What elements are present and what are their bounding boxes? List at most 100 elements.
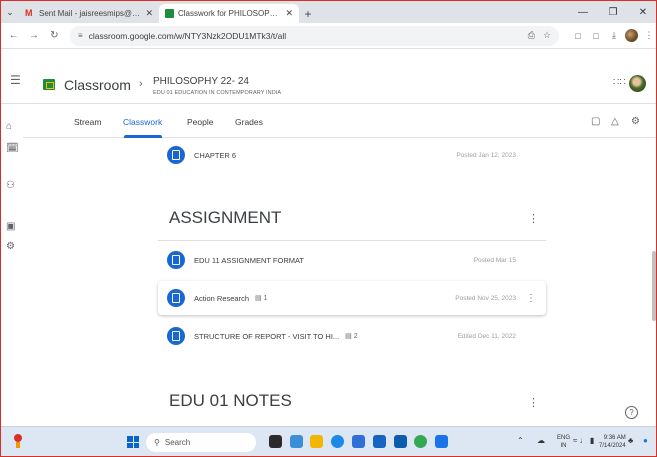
tab-search-icon[interactable]: ⌄ — [1, 1, 19, 23]
widgets-icon[interactable] — [290, 435, 303, 448]
google-apps-icon[interactable]: ∷∷ — [613, 77, 626, 88]
classroom-header: ☰ Classroom › PHILOSOPHY 22- 24 EDU 01 E… — [1, 50, 656, 104]
app-icon[interactable] — [435, 435, 448, 448]
item-date: Posted Nov 25, 2023 — [455, 294, 516, 302]
tab-title: Sent Mail - jaisreesmips@gmail — [39, 9, 142, 18]
dropbox-icon[interactable] — [394, 435, 407, 448]
main-menu-icon[interactable]: ☰ — [10, 73, 21, 87]
chevron-right-icon: › — [139, 78, 143, 90]
item-more-icon[interactable]: ⋮ — [526, 293, 536, 304]
assignment-icon — [167, 327, 185, 345]
time: 9:36 AM — [603, 435, 626, 441]
tab-classwork[interactable]: Classwork for PHILOSOPHY 22- ✕ — [159, 4, 299, 23]
site-info-icon[interactable]: ≡ — [78, 31, 83, 40]
topic-more-icon[interactable]: ⋮ — [528, 396, 539, 409]
list-item[interactable]: EDU 11 ASSIGNMENT FORMAT Posted Mar 15 — [158, 243, 546, 277]
tab-stream[interactable]: Stream — [74, 117, 101, 127]
tab-people[interactable]: People — [187, 117, 213, 127]
avatar[interactable] — [629, 75, 646, 92]
tab-gmail[interactable]: M Sent Mail - jaisreesmips@gmail ✕ — [19, 4, 159, 23]
settings-icon[interactable]: ⚙ — [6, 241, 15, 252]
chrome-icon[interactable] — [414, 435, 427, 448]
profile-avatar[interactable] — [625, 29, 639, 42]
copilot-icon[interactable]: ● — [643, 436, 648, 445]
new-tab-button[interactable]: + — [299, 4, 317, 23]
archive-icon[interactable]: ▣ — [6, 221, 15, 232]
toolbar-icons: □ □ ⤓ ⋮ — [569, 29, 656, 42]
back-icon[interactable]: ← — [6, 30, 21, 41]
calendar-icon[interactable]: ▢ — [591, 116, 600, 127]
classroom-logo-icon[interactable] — [43, 79, 55, 90]
tab-classwork[interactable]: Classwork — [123, 117, 162, 127]
classroom-icon — [165, 9, 174, 18]
notification-bell-icon[interactable]: ♣ — [628, 436, 633, 445]
item-date: Posted Mar 15 — [473, 256, 516, 264]
help-icon[interactable]: ? — [625, 406, 638, 419]
language-indicator[interactable]: ENG IN — [557, 434, 570, 450]
topic-title[interactable]: ASSIGNMENT — [169, 208, 281, 228]
file-explorer-icon[interactable] — [310, 435, 323, 448]
people-icon[interactable]: ⚇ — [6, 180, 15, 191]
forward-icon[interactable]: → — [26, 30, 41, 41]
list-item[interactable]: CHAPTER 6 Posted Jan 12, 2023 — [158, 138, 546, 172]
calendar-icon[interactable]: 🗓 — [6, 143, 19, 154]
item-title: EDU 11 ASSIGNMENT FORMAT — [194, 255, 305, 265]
search-placeholder: Search — [164, 438, 191, 447]
item-title: Action Research — [194, 293, 250, 303]
home-icon[interactable]: ⌂ — [6, 121, 12, 132]
course-title[interactable]: PHILOSOPHY 22- 24 — [153, 76, 249, 87]
list-item[interactable]: Action Research ▤ 1 Posted Nov 25, 2023 … — [158, 281, 546, 315]
comment-count-value: 1 — [263, 295, 268, 302]
taskbar-search-input[interactable]: ⚲ Search — [146, 433, 256, 452]
clock[interactable]: 9:36 AM 7/14/2024 — [599, 434, 626, 450]
list-item[interactable]: STRUCTURE OF REPORT - VISIT TO HI... ▤ 2… — [158, 319, 546, 353]
weather-icon[interactable] — [13, 434, 23, 448]
tab-strip: ⌄ M Sent Mail - jaisreesmips@gmail ✕ Cla… — [1, 1, 656, 23]
download-icon[interactable]: ⤓ — [605, 30, 623, 41]
topic-title[interactable]: EDU 01 NOTES — [169, 391, 292, 411]
task-view-icon[interactable] — [269, 435, 282, 448]
chevron-up-icon[interactable]: ⌃ — [517, 436, 524, 445]
edge-icon[interactable] — [331, 435, 344, 448]
item-title: CHAPTER 6 — [194, 150, 237, 160]
tab-title: Classwork for PHILOSOPHY 22- — [178, 9, 281, 18]
topic-divider — [158, 240, 546, 241]
store-icon[interactable] — [352, 435, 365, 448]
close-tab-icon[interactable]: ✕ — [285, 8, 293, 19]
app-name[interactable]: Classroom — [64, 77, 131, 93]
browser-window: ⌄ M Sent Mail - jaisreesmips@gmail ✕ Cla… — [0, 0, 657, 457]
comment-count: ▤ 1 — [255, 295, 268, 302]
network-volume-battery-icon[interactable]: ≈ ♩ ▮ — [573, 436, 594, 445]
close-tab-icon[interactable]: ✕ — [145, 8, 153, 19]
reload-icon[interactable]: ↻ — [47, 30, 62, 41]
close-window-icon[interactable]: ✕ — [628, 1, 656, 23]
class-settings-icon[interactable]: ⚙ — [631, 116, 640, 127]
restore-icon[interactable]: ❐ — [598, 1, 628, 23]
left-rail: ⌂ 🗓 ⚇ ▣ ⚙ — [1, 105, 23, 426]
url-text: classroom.google.com/w/NTY3Nzk2ODU1MTk3/… — [88, 30, 287, 41]
browser-menu-icon[interactable]: ⋮ — [640, 30, 656, 41]
classwork-list: CHAPTER 6 Posted Jan 12, 2023 ASSIGNMENT… — [23, 138, 656, 426]
item-title: STRUCTURE OF REPORT - VISIT TO HI... — [194, 331, 340, 341]
url-input[interactable]: ≡ classroom.google.com/w/NTY3Nzk2ODU1MTk… — [69, 25, 560, 46]
topic-more-icon[interactable]: ⋮ — [528, 212, 539, 225]
gmail-icon: M — [25, 8, 33, 18]
comment-count-value: 2 — [353, 333, 358, 340]
security-icon[interactable] — [373, 435, 386, 448]
assignment-icon — [167, 146, 185, 164]
assignment-icon — [167, 289, 185, 307]
bookmark-star-icon[interactable]: ☆ — [543, 30, 551, 41]
minimize-icon[interactable]: — — [568, 1, 598, 23]
date: 7/14/2024 — [599, 443, 626, 449]
drive-folder-icon[interactable]: △ — [611, 116, 619, 127]
install-app-icon[interactable]: ⎙ — [528, 30, 535, 41]
reading-list-icon[interactable]: □ — [569, 31, 587, 41]
windows-start-icon[interactable] — [127, 436, 139, 448]
scrollbar[interactable] — [652, 251, 656, 321]
taskbar: ⚲ Search ⌃ ☁ ENG IN ≈ ♩ ▮ 9:36 AM 7/14/2… — [1, 426, 656, 456]
course-tabs: Stream Classwork People Grades ▢ △ ⚙ — [23, 105, 656, 138]
extensions-icon[interactable]: □ — [587, 31, 605, 41]
lang-line1: ENG — [557, 435, 571, 441]
onedrive-icon[interactable]: ☁ — [537, 436, 545, 445]
tab-grades[interactable]: Grades — [235, 117, 263, 127]
